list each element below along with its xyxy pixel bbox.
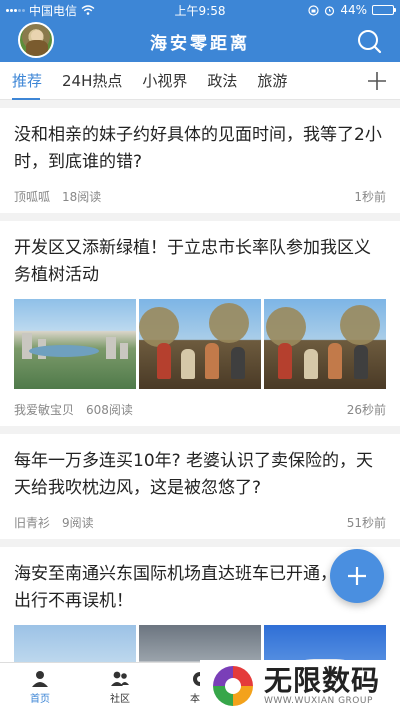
nav-community-label: 社区	[110, 693, 130, 705]
news-card[interactable]: 每年一万多连买10年? 老婆认识了卖保险的，天天给我吹枕边风，这是被忽悠了? 旧…	[0, 434, 400, 539]
news-title: 开发区又添新绿植！于立忠市长率队参加我区义务植树活动	[14, 238, 371, 285]
tab-mini-view[interactable]: 小视界	[132, 62, 197, 100]
news-card[interactable]: 开发区又添新绿植！于立忠市长率队参加我区义务植树活动 我爱敏宝贝 608阅读 2…	[0, 221, 400, 426]
news-reads: 9阅读	[62, 516, 94, 530]
news-card[interactable]: 没和相亲的妹子约好具体的见面时间，我等了2小时，到底谁的错? 顶呱呱 18阅读 …	[0, 108, 400, 213]
nav-community[interactable]: 社区	[80, 663, 160, 711]
lock-rotation-icon	[308, 4, 319, 16]
group-icon	[111, 671, 129, 686]
news-time: 51秒前	[346, 516, 386, 530]
battery-icon	[372, 5, 396, 15]
app-title: 海安零距离	[150, 33, 250, 54]
nav-home-label: 首页	[30, 693, 50, 705]
alarm-icon	[325, 5, 335, 16]
add-tab-icon[interactable]	[364, 68, 390, 94]
tree-planting-image	[139, 299, 261, 389]
news-author: 顶呱呱	[14, 190, 51, 204]
tab-24h-hot[interactable]: 24H热点	[52, 62, 132, 100]
nav-home[interactable]: 首页	[0, 663, 80, 711]
watermark-text: 无限数码 WWW.WUXIAN GROUP	[264, 663, 381, 706]
news-feed: 没和相亲的妹子约好具体的见面时间，我等了2小时，到底谁的错? 顶呱呱 18阅读 …	[0, 108, 400, 711]
tab-politics-law[interactable]: 政法	[197, 62, 247, 100]
person-icon	[32, 670, 48, 687]
status-right: 44%	[308, 3, 396, 17]
news-title: 没和相亲的妹子约好具体的见面时间，我等了2小时，到底谁的错?	[14, 125, 382, 172]
news-meta: 旧青衫 9阅读 51秒前	[14, 514, 386, 531]
watermark-logo-icon	[213, 665, 253, 706]
signal-icon	[6, 8, 25, 12]
tree-planting-image	[264, 299, 386, 389]
watermark: 无限数码 WWW.WUXIAN GROUP	[200, 660, 400, 711]
search-icon[interactable]	[356, 28, 382, 54]
tab-recommend[interactable]: 推荐	[0, 62, 52, 100]
news-author: 我爱敏宝贝	[14, 403, 75, 417]
news-time: 1秒前	[354, 190, 386, 204]
news-author: 旧青衫	[14, 516, 51, 530]
app-header: 海安零距离	[0, 20, 400, 62]
tab-travel[interactable]: 旅游	[247, 62, 297, 100]
wifi-icon	[81, 5, 95, 15]
add-post-button[interactable]	[330, 549, 384, 603]
battery-percent: 44%	[340, 3, 367, 17]
news-title: 每年一万多连买10年? 老婆认识了卖保险的，天天给我吹枕边风，这是被忽悠了?	[14, 451, 374, 498]
news-meta: 顶呱呱 18阅读 1秒前	[14, 188, 386, 205]
plus-icon	[348, 567, 366, 585]
status-left: 中国电信	[6, 2, 308, 19]
city-aerial-image	[14, 299, 136, 389]
category-tabs: 推荐 24H热点 小视界 政法 旅游	[0, 62, 400, 100]
watermark-sub: WWW.WUXIAN GROUP	[264, 695, 373, 706]
news-reads: 18阅读	[62, 190, 102, 204]
watermark-main: 无限数码	[264, 663, 381, 697]
news-time: 26秒前	[346, 403, 386, 417]
carrier-label: 中国电信	[29, 3, 78, 18]
status-bar: 中国电信 上午9:58 44%	[0, 0, 400, 20]
news-images	[14, 299, 386, 389]
news-reads: 608阅读	[86, 403, 133, 417]
avatar[interactable]	[18, 22, 54, 58]
news-meta: 我爱敏宝贝 608阅读 26秒前	[14, 401, 386, 418]
